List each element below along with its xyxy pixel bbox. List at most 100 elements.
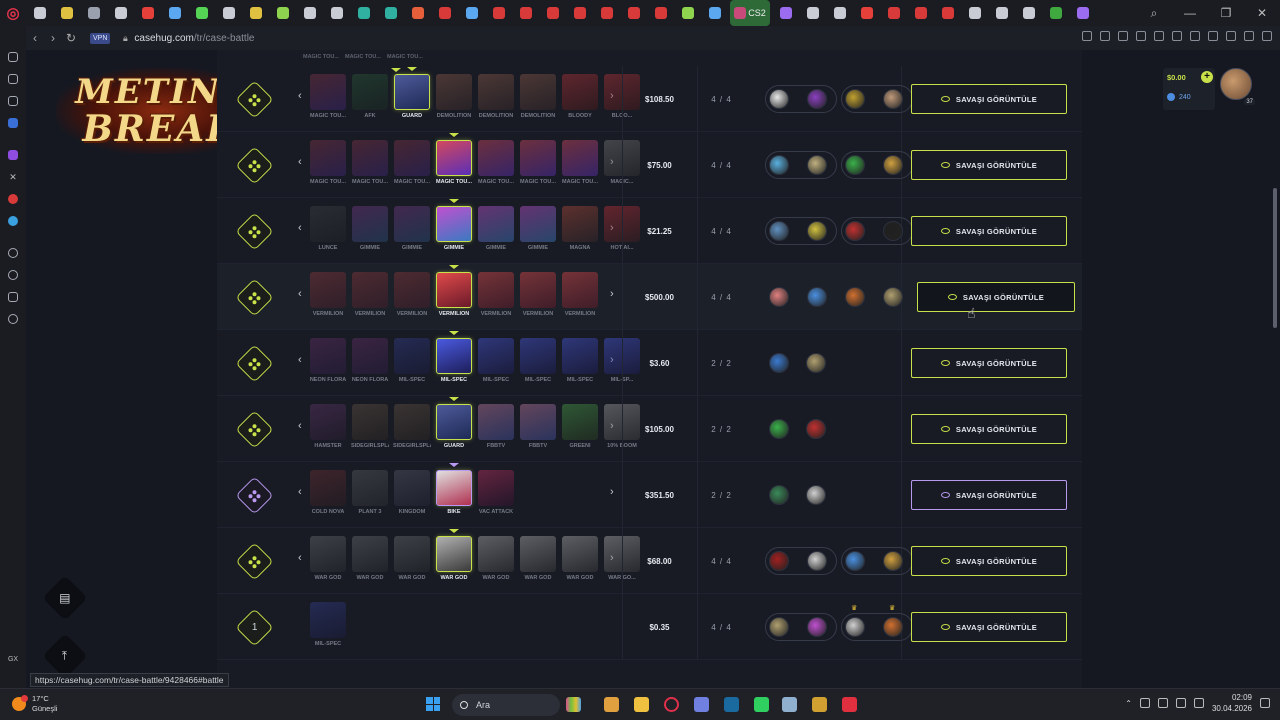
view-battle-button[interactable]: SAVAŞI GÖRÜNTÜLE xyxy=(917,282,1075,312)
weather-widget[interactable]: 17°C Güneşli xyxy=(12,694,57,714)
view-battle-button[interactable]: SAVAŞI GÖRÜNTÜLE xyxy=(911,546,1067,576)
browser-tab[interactable] xyxy=(620,0,647,26)
case-item[interactable]: MAGIC TOU... xyxy=(351,140,389,190)
case-item[interactable]: VAC ATTACK xyxy=(477,470,515,520)
browser-tab[interactable] xyxy=(26,0,53,26)
twitch-icon[interactable] xyxy=(0,144,26,166)
case-item[interactable]: VERMILION xyxy=(393,272,431,322)
history-icon[interactable] xyxy=(0,264,26,286)
player-avatar[interactable] xyxy=(806,353,826,373)
case-item[interactable]: VERMILION xyxy=(561,272,599,322)
player-avatar[interactable] xyxy=(807,89,827,109)
wallet-panel[interactable]: $0.00 + 240 xyxy=(1163,68,1215,110)
player-avatar[interactable] xyxy=(883,617,903,637)
battle-row[interactable]: ‹ › NEON FLORA NEON FLORA MIL-SPEC MIL-SPEC MI… xyxy=(217,330,1082,396)
view-battle-button[interactable]: SAVAŞI GÖRÜNTÜLE xyxy=(911,612,1067,642)
taskbar-search[interactable]: Ara xyxy=(452,694,560,716)
player-avatar[interactable] xyxy=(845,155,865,175)
browser-tab[interactable] xyxy=(1069,0,1096,26)
browser-tab[interactable] xyxy=(350,0,377,26)
browser-tab[interactable] xyxy=(296,0,323,26)
case-item[interactable]: GUARD xyxy=(393,67,431,124)
player-avatar[interactable] xyxy=(883,89,903,109)
case-item[interactable]: VERMILION xyxy=(309,272,347,322)
player-icon[interactable] xyxy=(0,242,26,264)
browser-tab[interactable] xyxy=(1015,0,1042,26)
notification-icon[interactable] xyxy=(1260,698,1270,708)
browser-tab[interactable] xyxy=(53,0,80,26)
case-item[interactable]: WAR GOD xyxy=(519,536,557,586)
taskbar-app-icon[interactable] xyxy=(812,697,827,712)
player-avatar[interactable] xyxy=(769,485,789,505)
browser-tab[interactable] xyxy=(161,0,188,26)
case-item[interactable]: GIMMIE xyxy=(393,206,431,256)
taskbar-app-icon[interactable] xyxy=(566,697,581,712)
browser-tab[interactable] xyxy=(907,0,934,26)
case-item[interactable]: GIMMIE xyxy=(435,199,473,256)
taskbar-app-icon[interactable] xyxy=(664,697,679,712)
taskbar-app-icon[interactable] xyxy=(782,697,797,712)
player-avatar[interactable] xyxy=(806,485,826,505)
carousel-next-icon[interactable]: › xyxy=(610,486,614,498)
case-item[interactable]: GREENI xyxy=(561,404,599,454)
case-item[interactable]: DEMOLITION xyxy=(435,74,473,124)
deposit-button[interactable]: + xyxy=(1201,71,1213,83)
player-avatar[interactable] xyxy=(769,155,789,175)
player-avatar[interactable] xyxy=(845,617,865,637)
case-item[interactable]: DEMOLITION xyxy=(477,74,515,124)
snapshot-icon[interactable] xyxy=(1118,31,1128,41)
browser-tab[interactable] xyxy=(853,0,880,26)
case-item[interactable]: WAR GOD xyxy=(393,536,431,586)
speed-dial-icon[interactable] xyxy=(0,46,26,68)
case-item[interactable]: LUNCE xyxy=(309,206,347,256)
browser-tab-active[interactable]: CS2 xyxy=(730,0,770,26)
case-item[interactable]: MAGIC TOU... xyxy=(477,140,515,190)
shield-icon[interactable] xyxy=(1136,31,1146,41)
browser-tab[interactable] xyxy=(772,0,799,26)
browser-tab[interactable] xyxy=(404,0,431,26)
wifi-icon[interactable] xyxy=(1175,698,1186,708)
browser-tab[interactable] xyxy=(826,0,853,26)
player-avatar[interactable] xyxy=(769,419,789,439)
share-icon[interactable] xyxy=(1208,31,1218,41)
bookmark-icon[interactable] xyxy=(1100,31,1110,41)
view-battle-button[interactable]: SAVAŞI GÖRÜNTÜLE xyxy=(911,216,1067,246)
case-item[interactable]: WAR GOD xyxy=(351,536,389,586)
case-item[interactable]: GIMMIE xyxy=(519,206,557,256)
case-item[interactable]: WAR GOD xyxy=(477,536,515,586)
view-battle-button[interactable]: SAVAŞI GÖRÜNTÜLE xyxy=(911,348,1067,378)
forward-icon[interactable]: › xyxy=(44,31,62,45)
play-icon[interactable] xyxy=(1154,31,1164,41)
case-item[interactable]: MAGNA xyxy=(561,206,599,256)
case-item[interactable]: BIKE xyxy=(435,463,473,520)
case-item[interactable]: MAGIC TOU... xyxy=(561,140,599,190)
case-item[interactable]: WAR GOD xyxy=(309,536,347,586)
player-avatar[interactable] xyxy=(807,221,827,241)
cube-icon[interactable] xyxy=(0,286,26,308)
minimize-button[interactable]: — xyxy=(1172,0,1208,26)
volume-icon[interactable] xyxy=(1193,698,1204,708)
bag-icon[interactable] xyxy=(0,68,26,90)
browser-tab[interactable] xyxy=(80,0,107,26)
browser-tab[interactable] xyxy=(566,0,593,26)
carousel-next-icon[interactable]: › xyxy=(610,288,614,300)
view-battle-button[interactable]: SAVAŞI GÖRÜNTÜLE xyxy=(911,480,1067,510)
browser-tab[interactable] xyxy=(107,0,134,26)
carousel-prev-icon[interactable]: ‹ xyxy=(298,156,302,168)
battle-row[interactable]: ‹ › LUNCE GIMMIE GIMMIE GIMMIE GIMMIE GIMMIE MAG… xyxy=(217,198,1082,264)
case-item[interactable]: PLANT 3 xyxy=(351,470,389,520)
taskbar-app-icon[interactable] xyxy=(634,697,649,712)
case-item[interactable]: KINGDOM xyxy=(393,470,431,520)
settings-icon[interactable] xyxy=(0,308,26,330)
battle-row[interactable]: ‹ › MAGIC TOU... MAGIC TOU... MAGIC TOU... MA… xyxy=(217,132,1082,198)
back-icon[interactable]: ‹ xyxy=(26,31,44,45)
case-item[interactable]: MIL-SPEC xyxy=(435,331,473,388)
case-item[interactable]: SIDEGIRLSPLAY xyxy=(393,404,431,454)
browser-tab[interactable] xyxy=(134,0,161,26)
carousel-prev-icon[interactable]: ‹ xyxy=(298,486,302,498)
view-battle-button[interactable]: SAVAŞI GÖRÜNTÜLE xyxy=(911,84,1067,114)
case-item[interactable]: VERMILION xyxy=(519,272,557,322)
case-item[interactable]: AFK xyxy=(351,74,389,124)
case-item[interactable]: BLOODY xyxy=(561,74,599,124)
search-tabs-icon[interactable]: ⌕ xyxy=(1136,0,1172,26)
